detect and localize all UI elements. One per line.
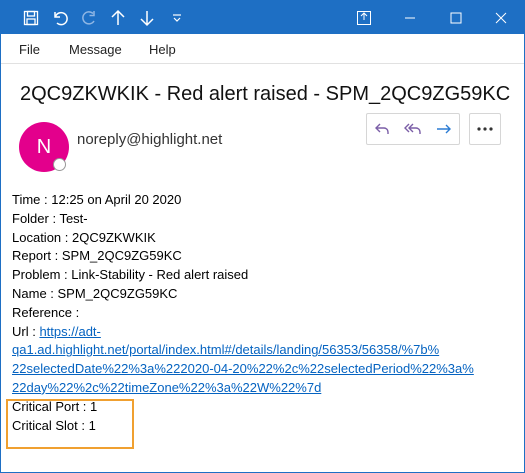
more-actions-button[interactable] [469,113,501,145]
ellipsis-icon [477,127,493,131]
mail-window: File Message Help 2QC9ZKWKIK - Red alert… [0,0,525,473]
reply-actions [366,113,460,145]
ribbon-display-button[interactable] [341,1,387,34]
menu-message[interactable]: Message [69,42,122,57]
menu-file[interactable]: File [19,42,40,57]
menu-help[interactable]: Help [149,42,176,57]
next-item-icon[interactable] [136,7,158,29]
minimize-icon [405,17,415,18]
message-subject: 2QC9ZKWKIK - Red alert raised - SPM_2QC9… [20,83,511,105]
forward-button[interactable] [428,114,459,144]
forward-icon [436,124,451,134]
maximize-button[interactable] [433,1,479,34]
reply-icon [375,123,390,134]
title-bar [1,1,524,34]
maximize-icon [450,12,462,23]
field-location: Location : 2QC9ZKWKIK [12,229,156,245]
customize-toolbar-icon[interactable] [166,7,188,29]
url-label: Url : [12,323,40,339]
reply-button[interactable] [367,114,398,144]
url-link-part-4[interactable]: 22day%22%2c%22timeZone%22%3a%22W%22%7d [12,380,321,395]
close-button[interactable] [478,1,524,34]
menu-bar: File Message Help [1,34,524,64]
url-link-part-2[interactable]: qa1.ad.highlight.net/portal/index.html#/… [12,342,439,357]
field-reference: Reference : [12,304,80,320]
save-icon[interactable] [20,7,42,29]
avatar-initial: N [36,135,52,158]
previous-item-icon[interactable] [107,7,129,29]
url-link-part-3[interactable]: 22selectedDate%22%3a%222020-04-20%22%2c%… [12,361,474,376]
close-icon [495,12,507,23]
reply-all-icon [404,123,421,134]
field-url: Url : https://adt- [12,323,512,342]
field-name: Name : SPM_2QC9ZG59KC [12,285,178,301]
url-link-part-1[interactable]: https://adt- [39,324,100,339]
presence-indicator [53,158,66,171]
field-problem: Problem : Link-Stability - Red alert rai… [12,267,249,283]
field-folder: Folder : Test- [12,210,88,226]
sender-address[interactable]: noreply@highlight.net [77,131,222,148]
undo-icon[interactable] [49,7,71,29]
ribbon-display-icon [357,10,371,25]
redo-icon[interactable] [78,7,100,29]
reply-all-button[interactable] [398,114,429,144]
field-report: Report : SPM_2QC9ZG59KC [12,248,182,264]
minimize-button[interactable] [387,1,433,34]
critical-fields-highlight [6,399,134,449]
field-time: Time : 12:25 on April 20 2020 [12,192,182,207]
